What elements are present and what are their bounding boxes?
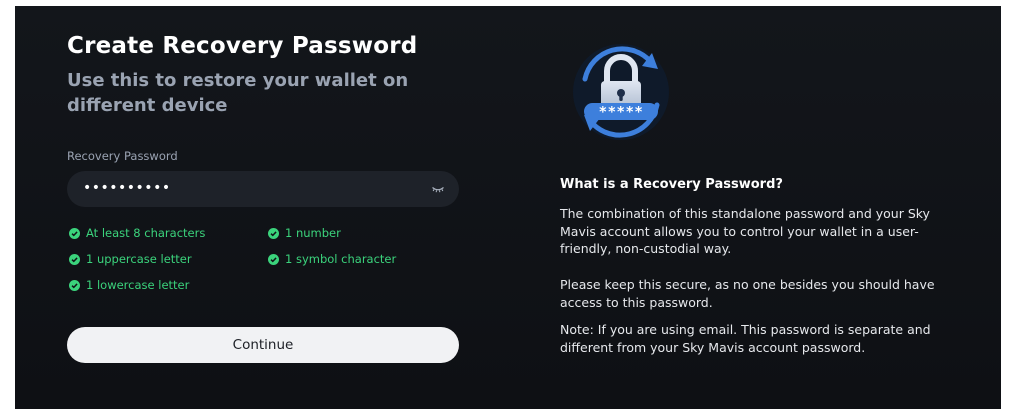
- recovery-password-label: Recovery Password: [67, 149, 178, 163]
- requirement-symbol: 1 symbol character: [268, 252, 396, 266]
- check-circle-icon: [69, 227, 80, 239]
- info-paragraph: Please keep this secure, as no one besid…: [560, 277, 935, 310]
- requirement-min-length: At least 8 characters: [69, 226, 205, 240]
- requirement-label: 1 symbol character: [285, 252, 397, 266]
- check-circle-icon: [69, 279, 80, 291]
- password-value: ••••••••••: [83, 180, 171, 196]
- recovery-password-panel: Create Recovery Password Use this to res…: [15, 6, 1001, 409]
- requirement-lowercase: 1 lowercase letter: [69, 278, 189, 292]
- check-circle-icon: [268, 227, 279, 239]
- requirement-label: 1 number: [285, 226, 341, 240]
- recovery-password-input[interactable]: ••••••••••: [67, 171, 459, 207]
- info-note: Note: If you are using email. This passw…: [560, 322, 931, 355]
- info-title: What is a Recovery Password?: [560, 177, 783, 192]
- info-paragraph: The combination of this standalone passw…: [560, 206, 930, 256]
- check-circle-icon: [268, 253, 279, 265]
- continue-button[interactable]: Continue: [67, 327, 459, 363]
- eye-closed-icon[interactable]: [431, 182, 445, 196]
- requirement-label: 1 uppercase letter: [86, 252, 192, 266]
- check-circle-icon: [69, 253, 80, 265]
- page-subtitle: Use this to restore your wallet on diffe…: [67, 70, 409, 116]
- requirement-label: At least 8 characters: [86, 226, 206, 240]
- requirement-number: 1 number: [268, 226, 341, 240]
- lock-password-illustration: *****: [573, 44, 669, 140]
- password-stars: *****: [599, 105, 644, 121]
- requirement-label: 1 lowercase letter: [86, 278, 190, 292]
- page-title: Create Recovery Password: [67, 33, 418, 59]
- requirement-uppercase: 1 uppercase letter: [69, 252, 192, 266]
